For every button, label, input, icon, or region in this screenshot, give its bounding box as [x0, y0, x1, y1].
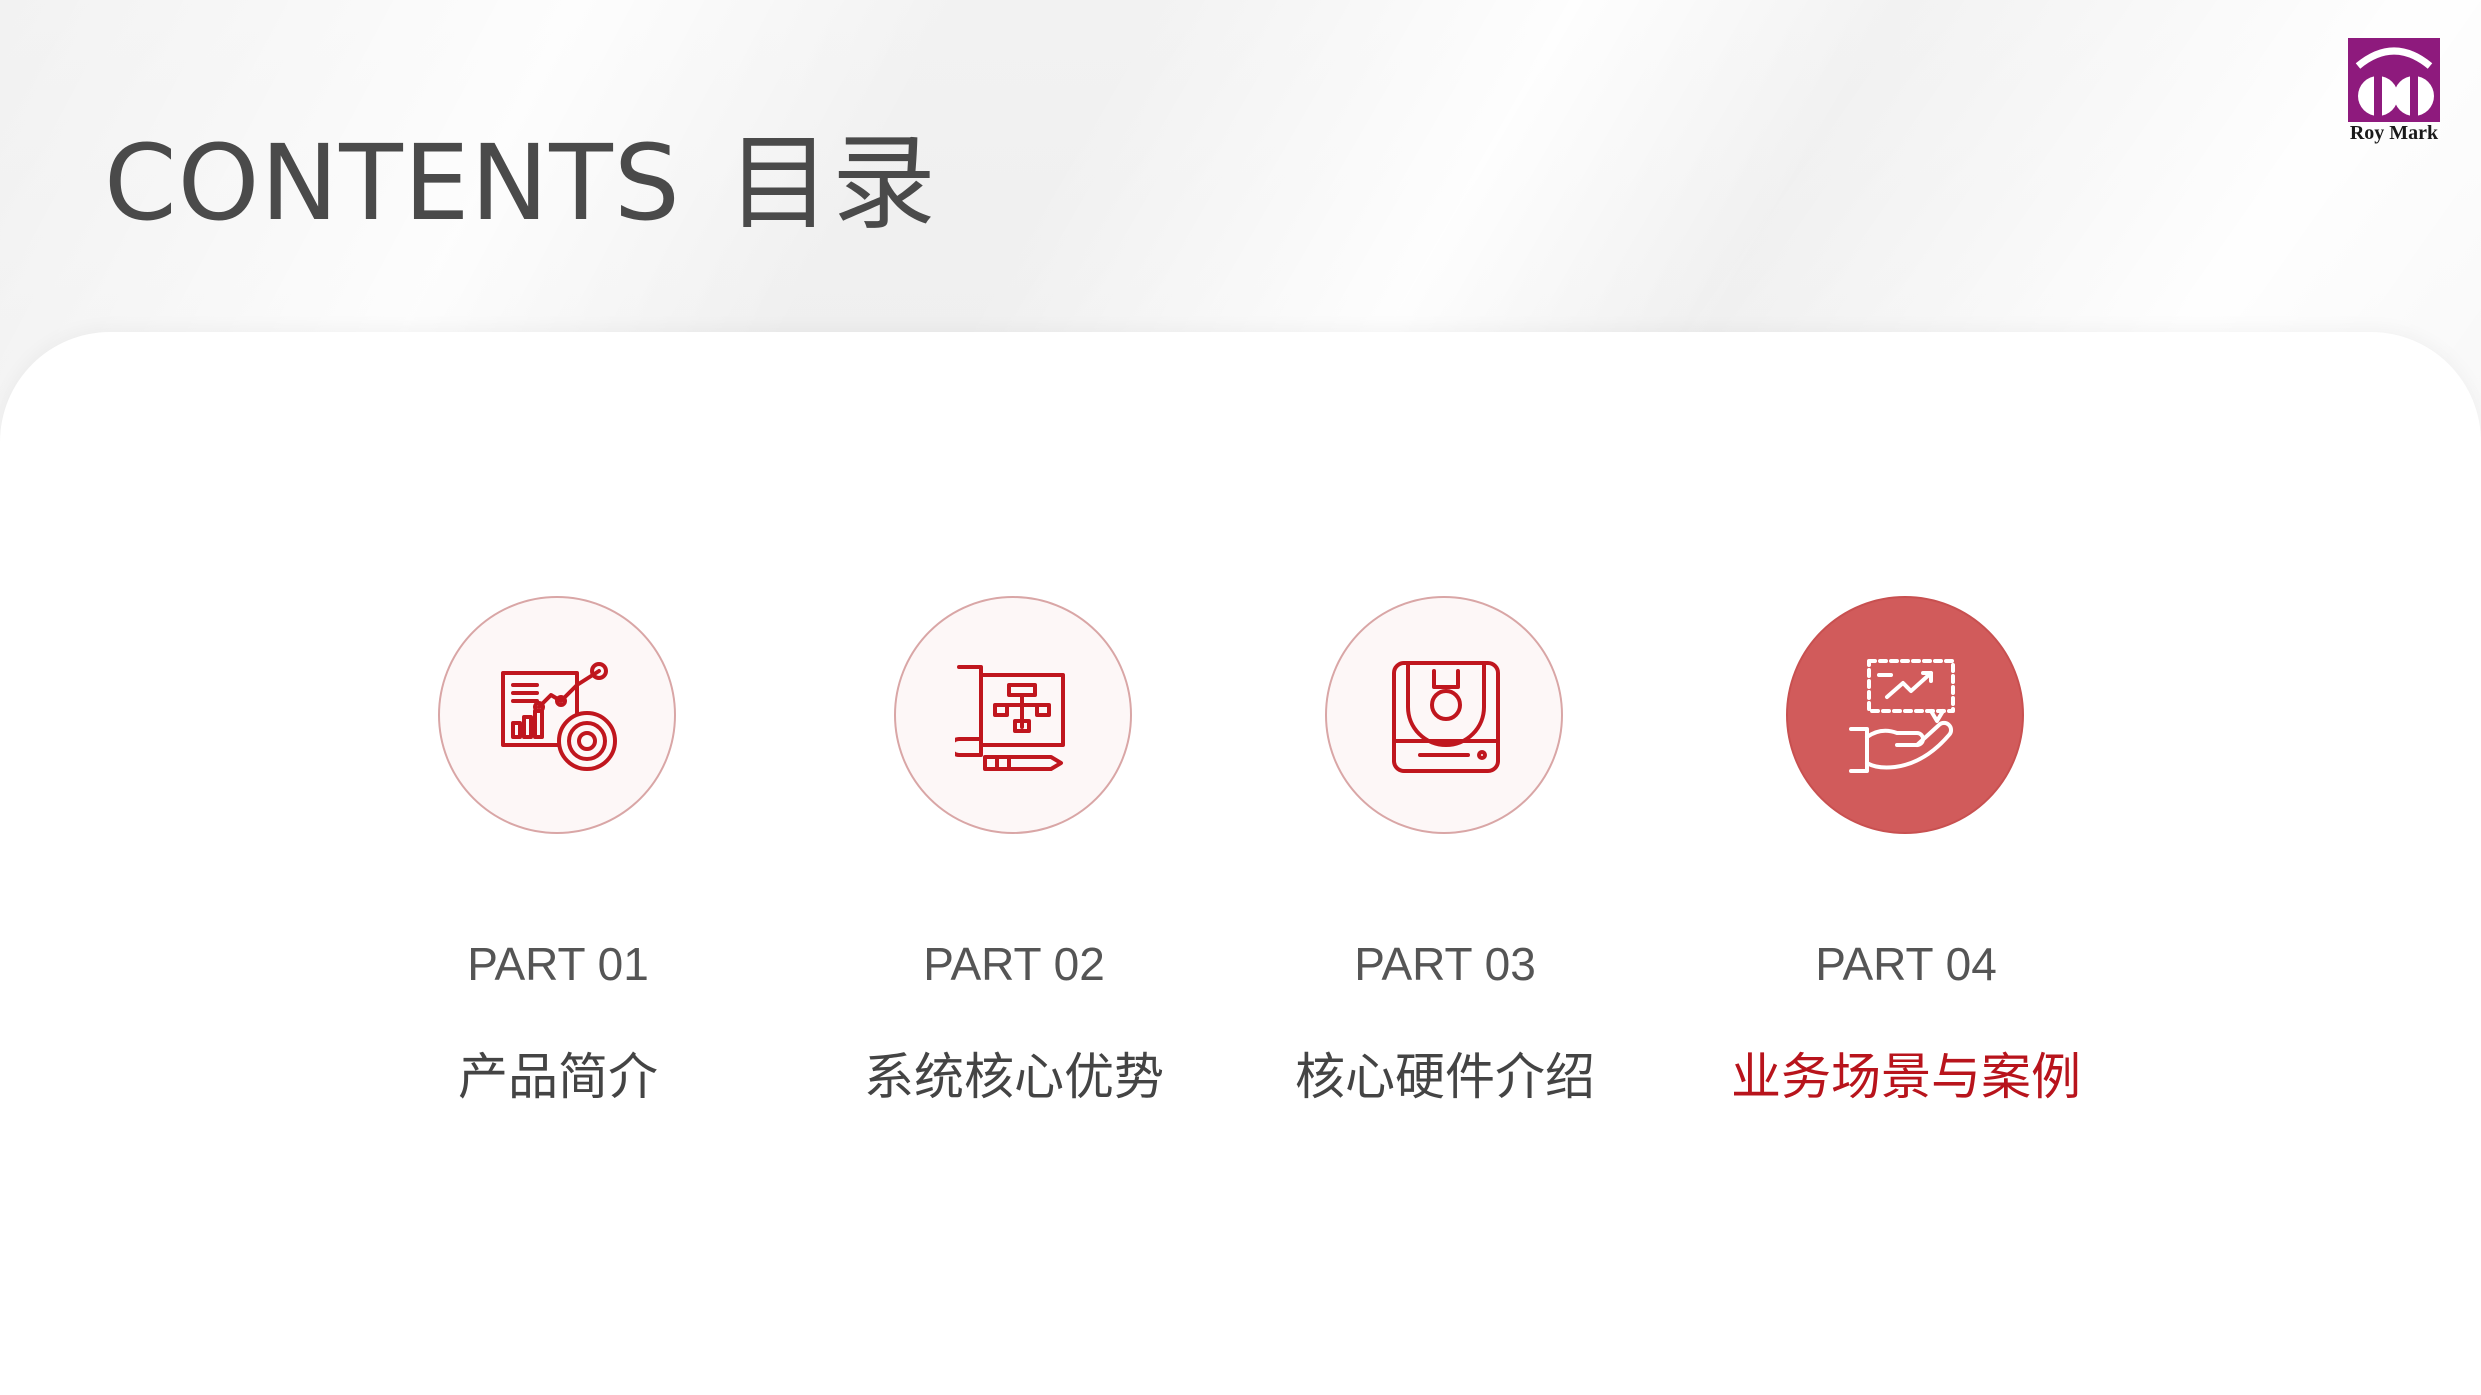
part-label: 系统核心优势: [864, 1048, 1164, 1106]
part-number: PART 04: [1815, 938, 1997, 990]
part-number: PART 03: [1354, 938, 1536, 990]
content-panel: [0, 332, 2481, 1395]
logo-text: Roy Mark: [2349, 122, 2439, 144]
title-chinese: 目录: [726, 122, 937, 244]
hand-presentation-icon: [1849, 659, 1955, 773]
part-number: PART 02: [923, 938, 1105, 990]
icon-circle: [894, 596, 1132, 834]
icon-circle: [438, 596, 676, 834]
part-label: 核心硬件介绍: [1295, 1048, 1595, 1106]
icon-circle-active: [1786, 596, 2024, 834]
hardware-device-icon: [1392, 661, 1500, 773]
part-number: PART 01: [467, 938, 649, 990]
part-label-active: 业务场景与案例: [1731, 1048, 2081, 1106]
page-title: CONTENTS 目录: [104, 118, 937, 248]
title-english: CONTENTS: [104, 122, 681, 244]
roy-mark-logo-icon: [2348, 38, 2440, 122]
part-label: 产品简介: [458, 1048, 658, 1106]
blueprint-flowchart-icon: [955, 665, 1065, 771]
analytics-chart-icon: [501, 662, 617, 771]
brand-logo: Roy Mark: [2344, 38, 2444, 148]
icon-circle: [1325, 596, 1563, 834]
